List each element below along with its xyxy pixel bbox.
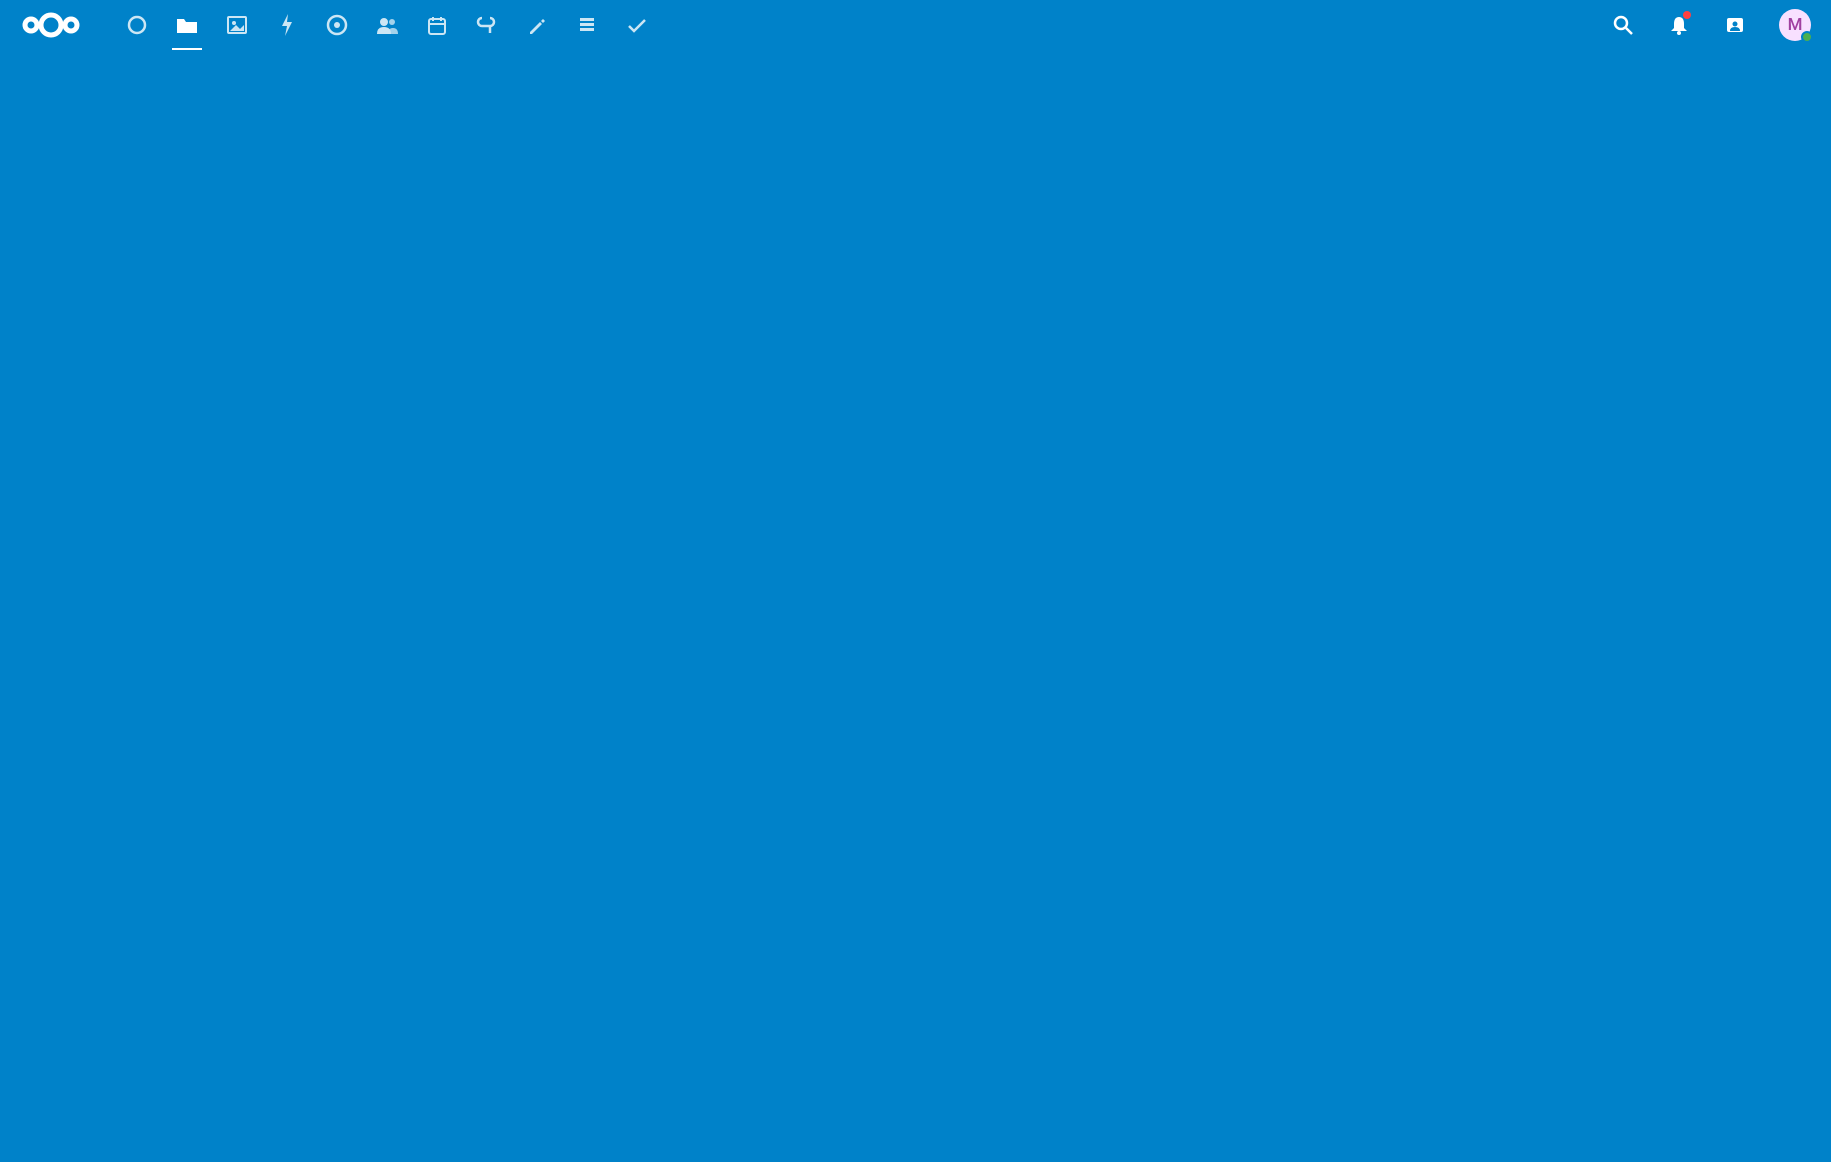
- dashboard-app-icon[interactable]: [112, 0, 162, 50]
- user-avatar[interactable]: M: [1779, 9, 1811, 41]
- deck-app-icon[interactable]: [562, 0, 612, 50]
- notes-app-icon[interactable]: [512, 0, 562, 50]
- presence-indicator-icon: [1801, 31, 1813, 43]
- activity-app-icon[interactable]: [262, 0, 312, 50]
- nextcloud-logo[interactable]: [10, 9, 92, 41]
- search-icon[interactable]: [1601, 3, 1645, 47]
- calendar-app-icon[interactable]: [412, 0, 462, 50]
- talk-app-icon[interactable]: [312, 0, 362, 50]
- user-initial: M: [1788, 15, 1803, 35]
- topnav: [112, 0, 662, 50]
- tasks-app-icon[interactable]: [612, 0, 662, 50]
- files-app-icon[interactable]: [162, 0, 212, 50]
- contacts-app-icon[interactable]: [362, 0, 412, 50]
- photos-app-icon[interactable]: [212, 0, 262, 50]
- topbar-right: M: [1601, 3, 1821, 47]
- people-icon[interactable]: [1713, 3, 1757, 47]
- openproject-app-icon[interactable]: [462, 0, 512, 50]
- notifications-icon[interactable]: [1657, 3, 1701, 47]
- topbar: M: [0, 0, 1831, 50]
